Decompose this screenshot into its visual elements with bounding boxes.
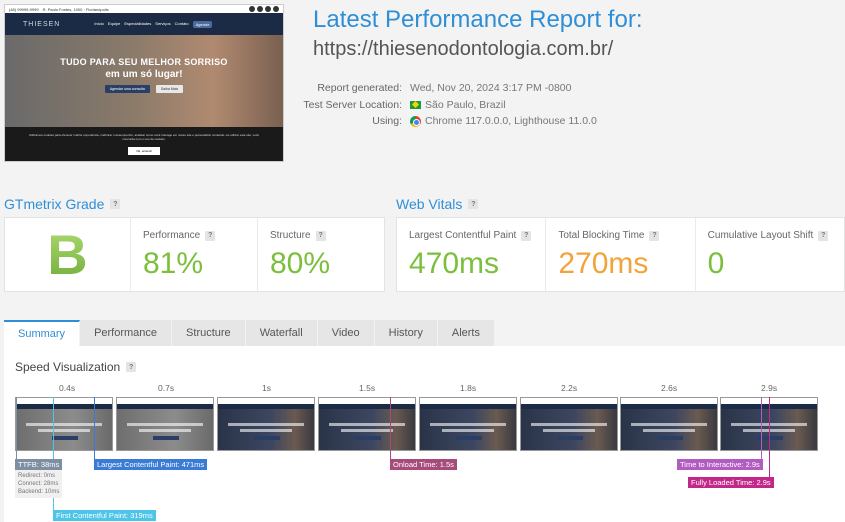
filmstrip-frame[interactable] [217, 397, 315, 451]
time-label: 1.8s [460, 383, 477, 393]
vitals-card: Largest Contentful Paint? 470ms Total Bl… [396, 217, 845, 292]
report-tabs: Summary Performance Structure Waterfall … [4, 320, 495, 346]
tti-marker: Time to Interactive: 2.9s [677, 459, 763, 470]
cls-metric: Cumulative Layout Shift? 0 [694, 218, 844, 291]
gtmetrix-report-page: (48) 99999-9999 R. Paulo Fontes, 1000 · F… [0, 0, 845, 522]
help-icon[interactable]: ? [468, 199, 479, 209]
site-primary-button: Agendar uma consulta [104, 85, 150, 93]
brazil-flag-icon [410, 100, 421, 109]
tbt-value: 270ms [558, 247, 649, 280]
lcp-marker: Largest Contentful Paint: 471ms [94, 459, 208, 470]
filmstrip-frame[interactable] [520, 397, 618, 451]
cls-label: Cumulative Layout Shift [707, 230, 814, 241]
time-label: 2.6s [661, 383, 678, 393]
help-icon[interactable]: ? [818, 230, 829, 241]
vitals-heading-text: Web Vitals [396, 196, 463, 212]
help-icon[interactable]: ? [205, 230, 216, 241]
vitals-heading: Web Vitals ? [396, 196, 479, 212]
tab-alerts[interactable]: Alerts [437, 320, 495, 346]
location-label: Test Server Location: [303, 98, 402, 111]
fully-loaded-line [769, 397, 770, 477]
site-hero-title: TUDO PARA SEU MELHOR SORRISO [60, 57, 228, 67]
grade-card: B Performance? 81% Structure? 80% [4, 217, 385, 292]
site-logo: THIESEN [23, 20, 61, 28]
speed-visualization-title: Speed Visualization [15, 360, 121, 374]
cls-value: 0 [707, 247, 725, 280]
ttfb-details: Redirect: 0ms Connect: 28ms Backend: 10m… [15, 470, 63, 498]
generated-value: Wed, Nov 20, 2024 3:17 PM -0800 [410, 82, 572, 95]
time-label: 1.5s [359, 383, 376, 393]
filmstrip-frame[interactable] [116, 397, 214, 451]
structure-value: 80% [270, 247, 331, 280]
cookie-ok-button: Ok, entendi [128, 147, 160, 155]
tbt-metric: Total Blocking Time? 270ms [545, 218, 694, 291]
site-hero-subtitle: em um só lugar! [105, 69, 183, 80]
lcp-value: 470ms [409, 247, 500, 280]
site-hero [5, 35, 283, 127]
structure-label: Structure [270, 230, 311, 241]
site-cookie-banner: Utilizamos cookies para oferecer melhor … [5, 127, 283, 161]
help-icon[interactable]: ? [649, 230, 660, 241]
generated-label: Report generated: [317, 82, 402, 95]
chrome-icon [410, 115, 421, 127]
ttfb-backend: Backend: 10ms [18, 489, 60, 495]
help-icon[interactable]: ? [110, 199, 121, 209]
tab-video[interactable]: Video [317, 320, 375, 346]
fcp-marker: First Contentful Paint: 319ms [53, 510, 156, 521]
ttfb-marker: TTFB: 38ms [15, 459, 63, 470]
time-label: 2.2s [561, 383, 578, 393]
using-label: Using: [372, 115, 402, 128]
time-label: 0.7s [158, 383, 175, 393]
tab-summary[interactable]: Summary [4, 320, 81, 346]
onload-marker: Onload Time: 1.5s [390, 459, 457, 470]
report-url[interactable]: https://thiesenodontologia.com.br/ [313, 38, 613, 61]
performance-label: Performance [143, 230, 201, 241]
help-icon[interactable]: ? [315, 230, 326, 241]
speed-visualization-heading: Speed Visualization ? [15, 360, 137, 374]
filmstrip-frame[interactable] [15, 397, 113, 451]
lcp-label: Largest Contentful Paint [409, 230, 517, 241]
filmstrip-frame[interactable] [620, 397, 718, 451]
performance-metric: Performance? 81% [130, 218, 257, 291]
lcp-line [94, 397, 95, 459]
ttfb-redirect: Redirect: 0ms [18, 473, 56, 479]
grade-heading-text: GTmetrix Grade [4, 196, 105, 212]
tti-line [761, 397, 762, 459]
filmstrip-frame[interactable] [419, 397, 517, 451]
location-value: São Paulo, Brazil [425, 98, 506, 111]
using-value: Chrome 117.0.0.0, Lighthouse 11.0.0 [425, 115, 597, 128]
lcp-metric: Largest Contentful Paint? 470ms [397, 218, 545, 291]
help-icon[interactable]: ? [521, 230, 532, 241]
report-meta: Report generated: Wed, Nov 20, 2024 3:17… [300, 80, 597, 130]
site-topbar: (48) 99999-9999 R. Paulo Fontes, 1000 · F… [5, 5, 283, 13]
time-label: 1s [262, 383, 271, 393]
ttfb-line [16, 397, 17, 459]
time-label: 2.9s [761, 383, 778, 393]
grade-heading: GTmetrix Grade ? [4, 196, 121, 212]
cookie-text: Utilizamos cookies para oferecer melhor … [29, 133, 259, 141]
fully-loaded-marker: Fully Loaded Time: 2.9s [688, 477, 774, 488]
help-icon[interactable]: ? [126, 362, 137, 372]
tbt-label: Total Blocking Time [558, 230, 645, 241]
structure-metric: Structure? 80% [257, 218, 384, 291]
site-secondary-button: Saiba Mais [155, 85, 184, 93]
report-title: Latest Performance Report for: [313, 6, 643, 33]
performance-value: 81% [143, 247, 204, 280]
time-label: 0.4s [59, 383, 76, 393]
tab-performance[interactable]: Performance [80, 320, 173, 346]
filmstrip-frame[interactable] [318, 397, 416, 451]
site-screenshot: (48) 99999-9999 R. Paulo Fontes, 1000 · F… [4, 4, 284, 162]
tab-history[interactable]: History [374, 320, 438, 346]
site-navbar: THIESEN Início Equipe Especialidades Serviç… [5, 13, 283, 35]
tab-structure[interactable]: Structure [172, 320, 246, 346]
onload-line [390, 397, 391, 459]
grade-letter: B [5, 218, 130, 291]
tab-waterfall[interactable]: Waterfall [245, 320, 318, 346]
ttfb-connect: Connect: 28ms [18, 481, 59, 487]
